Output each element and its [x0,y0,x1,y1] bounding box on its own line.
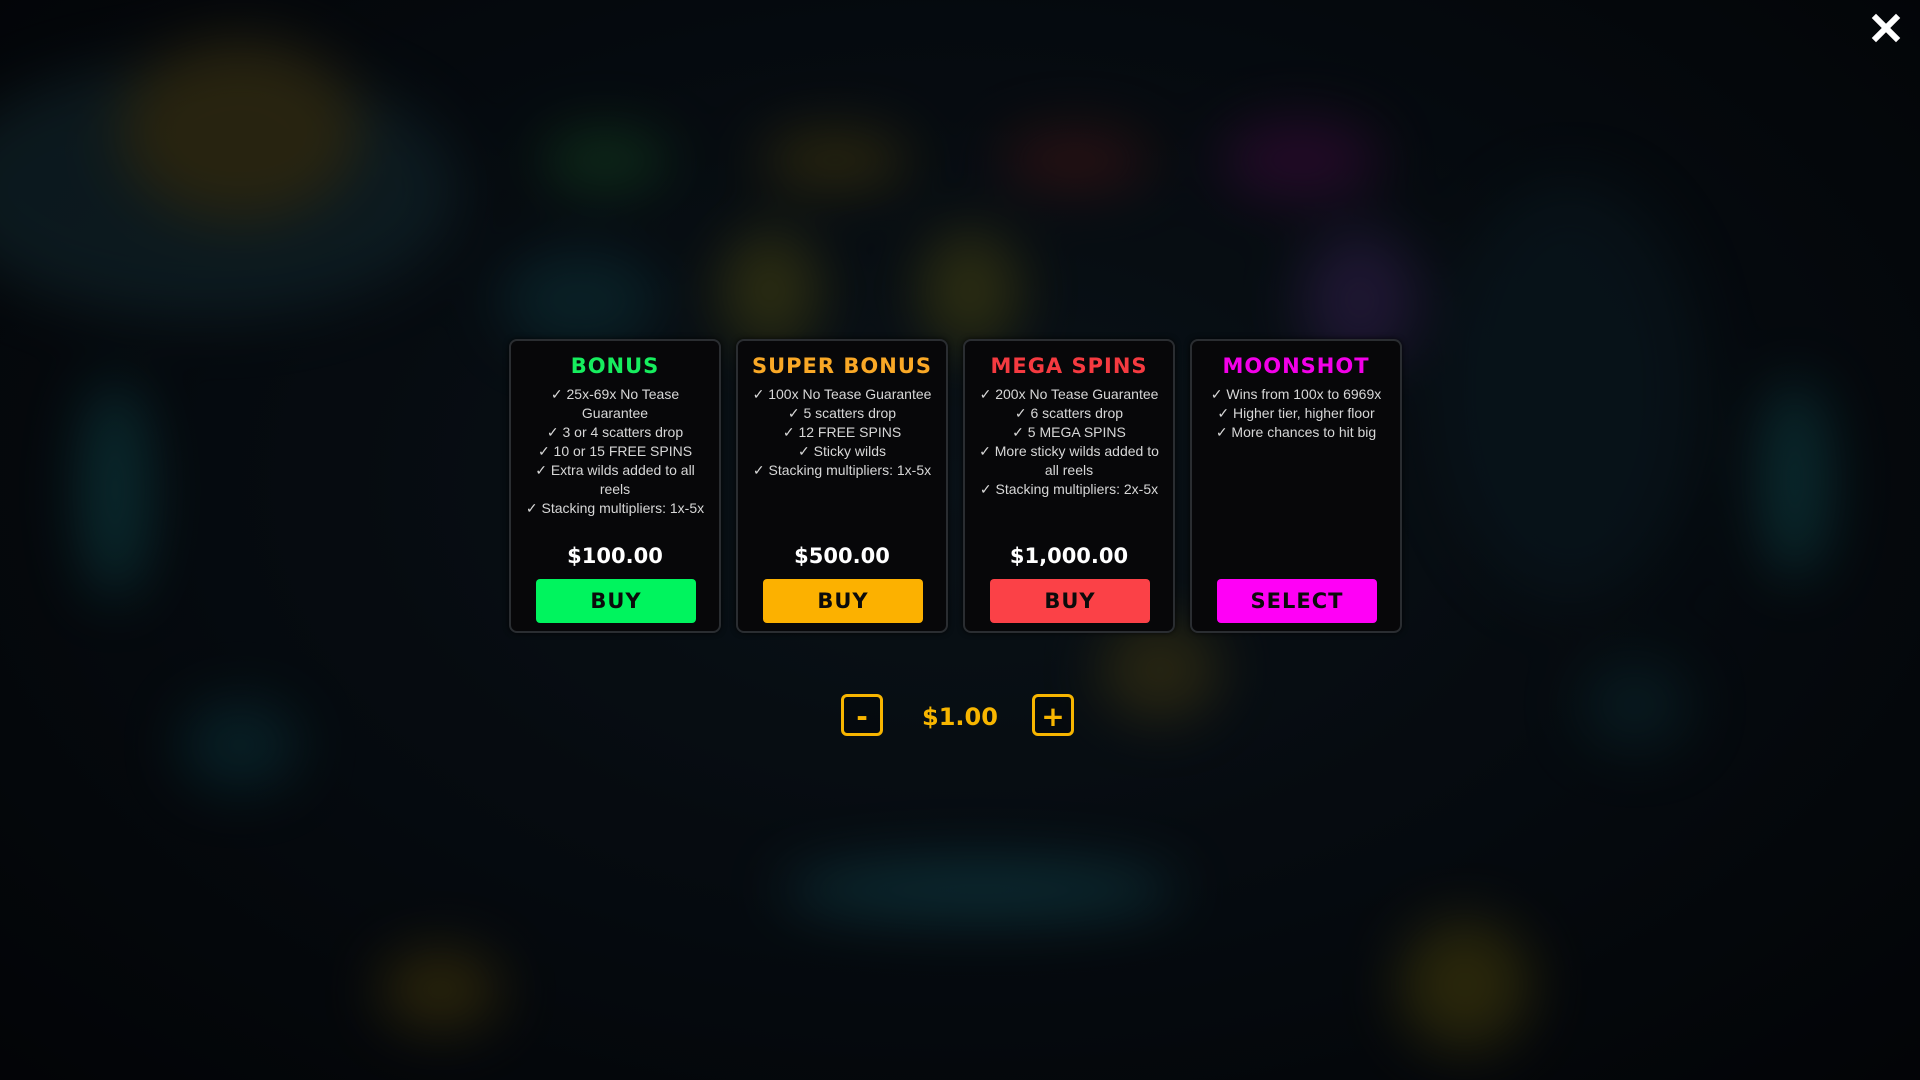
bet-amount: $1.00 [922,703,998,731]
package-title: BONUS [570,354,660,378]
package-price: $500.00 [794,544,890,568]
feature-item: ✓ Wins from 100x to 6969x [1210,386,1382,402]
package-price: $100.00 [567,544,663,568]
package-card-mega-spins: MEGA SPINS ✓ 200x No Tease Guarantee ✓ 6… [963,339,1175,633]
feature-item: ✓ Stacking multipliers: 1x-5x [525,500,705,516]
feature-item: ✓ Higher tier, higher floor [1217,405,1375,421]
package-price: $1,000.00 [1009,544,1129,568]
feature-item: ✓ Stacking multipliers: 1x-5x [752,462,932,478]
feature-list: ✓ Wins from 100x to 6969x ✓ Higher tier,… [1192,385,1400,442]
package-title: MEGA SPINS [990,354,1148,378]
feature-item: ✓ 6 scatters drop [1014,405,1124,421]
package-card-moonshot: MOONSHOT ✓ Wins from 100x to 6969x ✓ Hig… [1190,339,1402,633]
decrease-bet-button[interactable]: - [841,694,883,736]
feature-list: ✓ 200x No Tease Guarantee ✓ 6 scatters d… [965,385,1173,499]
feature-item: ✓ Stacking multipliers: 2x-5x [979,481,1159,497]
close-button[interactable] [1866,8,1906,48]
increase-bet-button[interactable]: + [1032,694,1074,736]
buy-bonus-button[interactable]: BUY [536,579,696,623]
close-icon [1871,13,1901,43]
feature-list: ✓ 25x-69x No Tease Guarantee ✓ 3 or 4 sc… [511,385,719,518]
feature-item: ✓ 100x No Tease Guarantee [752,386,932,402]
feature-item: ✓ More sticky wilds added to all reels [979,443,1159,478]
package-card-bonus: BONUS ✓ 25x-69x No Tease Guarantee ✓ 3 o… [509,339,721,633]
feature-item: ✓ 200x No Tease Guarantee [979,386,1159,402]
feature-item: ✓ 10 or 15 FREE SPINS [537,443,693,459]
bet-selector: - $1.00 + [841,694,1079,740]
feature-item: ✓ Extra wilds added to all reels [535,462,695,497]
package-title: SUPER BONUS [751,354,932,378]
bonus-packages: BONUS ✓ 25x-69x No Tease Guarantee ✓ 3 o… [509,339,1402,633]
package-title: MOONSHOT [1222,354,1370,378]
feature-item: ✓ 5 scatters drop [787,405,897,421]
feature-item: ✓ More chances to hit big [1215,424,1377,440]
buy-mega-spins-button[interactable]: BUY [990,579,1150,623]
feature-item: ✓ 3 or 4 scatters drop [546,424,684,440]
feature-list: ✓ 100x No Tease Guarantee ✓ 5 scatters d… [738,385,946,480]
feature-item: ✓ 25x-69x No Tease Guarantee [550,386,680,421]
feature-item: ✓ 12 FREE SPINS [782,424,902,440]
feature-item: ✓ Sticky wilds [798,443,886,459]
feature-item: ✓ 5 MEGA SPINS [1012,424,1126,440]
bonus-buy-screen: BONUS ✓ 25x-69x No Tease Guarantee ✓ 3 o… [0,0,1920,1080]
select-moonshot-button[interactable]: SELECT [1217,579,1377,623]
package-card-super-bonus: SUPER BONUS ✓ 100x No Tease Guarantee ✓ … [736,339,948,633]
buy-super-bonus-button[interactable]: BUY [763,579,923,623]
